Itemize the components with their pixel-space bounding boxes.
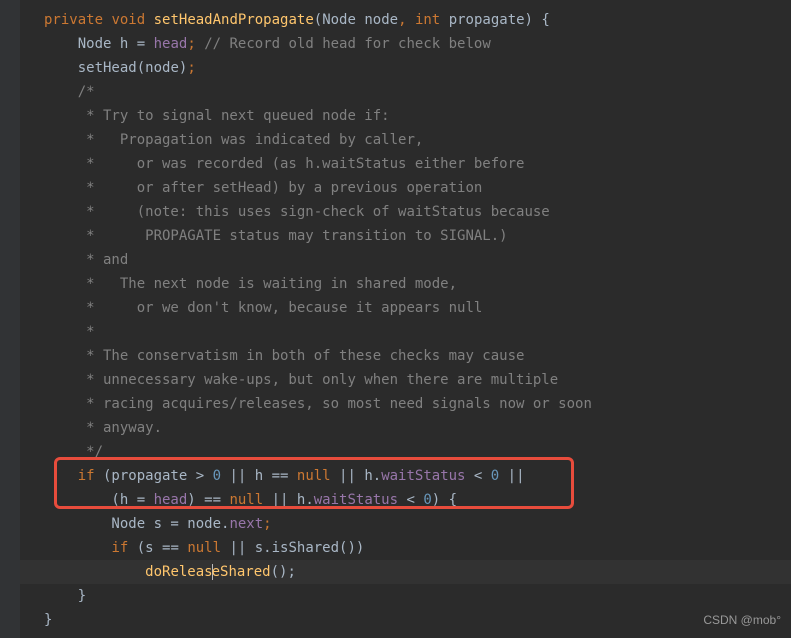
code-editor[interactable]: private void setHeadAndPropagate(Node no… (0, 0, 791, 632)
field-ref: waitStatus (314, 492, 398, 508)
code-line: * and (20, 248, 791, 272)
block-comment: * Propagation was indicated by caller, (78, 132, 424, 148)
code-line: } (20, 608, 791, 632)
code-line: * (20, 320, 791, 344)
field-ref: head (154, 492, 188, 508)
block-comment: /* (78, 84, 95, 100)
keyword: null (229, 492, 263, 508)
code-line-active: doReleaseShared(); (20, 560, 791, 584)
block-comment: * PROPAGATE status may transition to SIG… (78, 228, 508, 244)
method-name: setHeadAndPropagate (154, 12, 314, 28)
field-ref: next (229, 516, 263, 532)
keyword: private (44, 12, 103, 28)
watermark-text: CSDN @mob° (703, 608, 781, 632)
code-line: Node s = node.next; (20, 512, 791, 536)
field-ref: head (154, 36, 188, 52)
code-line: private void setHeadAndPropagate(Node no… (20, 8, 791, 32)
code-line: * The conservatism in both of these chec… (20, 344, 791, 368)
block-comment: * (note: this uses sign-check of waitSta… (78, 204, 550, 220)
code-line: /* (20, 80, 791, 104)
block-comment: * Try to signal next queued node if: (78, 108, 390, 124)
param-type: int (415, 12, 440, 28)
code-line: (h = head) == null || h.waitStatus < 0) … (20, 488, 791, 512)
code-line: * anyway. (20, 416, 791, 440)
block-comment: * The conservatism in both of these chec… (78, 348, 525, 364)
code-line: * unnecessary wake-ups, but only when th… (20, 368, 791, 392)
code-line: * Propagation was indicated by caller, (20, 128, 791, 152)
code-line: * Try to signal next queued node if: (20, 104, 791, 128)
number-literal: 0 (213, 468, 221, 484)
block-comment: * anyway. (78, 420, 162, 436)
method-call: setHead (78, 60, 137, 76)
keyword: if (111, 540, 128, 556)
param-name: node (364, 12, 398, 28)
number-literal: 0 (491, 468, 499, 484)
code-line: * PROPAGATE status may transition to SIG… (20, 224, 791, 248)
block-comment: * racing acquires/releases, so most need… (78, 396, 592, 412)
block-comment: * or was recorded (as h.waitStatus eithe… (78, 156, 525, 172)
param-name: propagate (449, 12, 525, 28)
field-ref: waitStatus (381, 468, 465, 484)
keyword: void (111, 12, 145, 28)
code-line: */ (20, 440, 791, 464)
code-line: * racing acquires/releases, so most need… (20, 392, 791, 416)
code-line: * The next node is waiting in shared mod… (20, 272, 791, 296)
block-comment: * or after setHead) by a previous operat… (78, 180, 483, 196)
code-line: if (s == null || s.isShared()) (20, 536, 791, 560)
keyword: null (187, 540, 221, 556)
block-comment: * (78, 324, 95, 340)
block-comment: * or we don't know, because it appears n… (78, 300, 483, 316)
code-line: } (20, 584, 791, 608)
code-line: * or we don't know, because it appears n… (20, 296, 791, 320)
code-line: if (propagate > 0 || h == null || h.wait… (20, 464, 791, 488)
keyword: null (297, 468, 331, 484)
line-comment: // Record old head for check below (196, 36, 491, 52)
param-type: Node (322, 12, 356, 28)
block-comment: * The next node is waiting in shared mod… (78, 276, 457, 292)
method-call: doReleas (145, 564, 212, 580)
code-line: * (note: this uses sign-check of waitSta… (20, 200, 791, 224)
number-literal: 0 (423, 492, 431, 508)
code-line: Node h = head; // Record old head for ch… (20, 32, 791, 56)
code-line: setHead(node); (20, 56, 791, 80)
block-comment: * and (78, 252, 129, 268)
code-line: * or was recorded (as h.waitStatus eithe… (20, 152, 791, 176)
code-line: * or after setHead) by a previous operat… (20, 176, 791, 200)
block-comment: */ (78, 444, 103, 460)
keyword: if (78, 468, 95, 484)
block-comment: * unnecessary wake-ups, but only when th… (78, 372, 558, 388)
